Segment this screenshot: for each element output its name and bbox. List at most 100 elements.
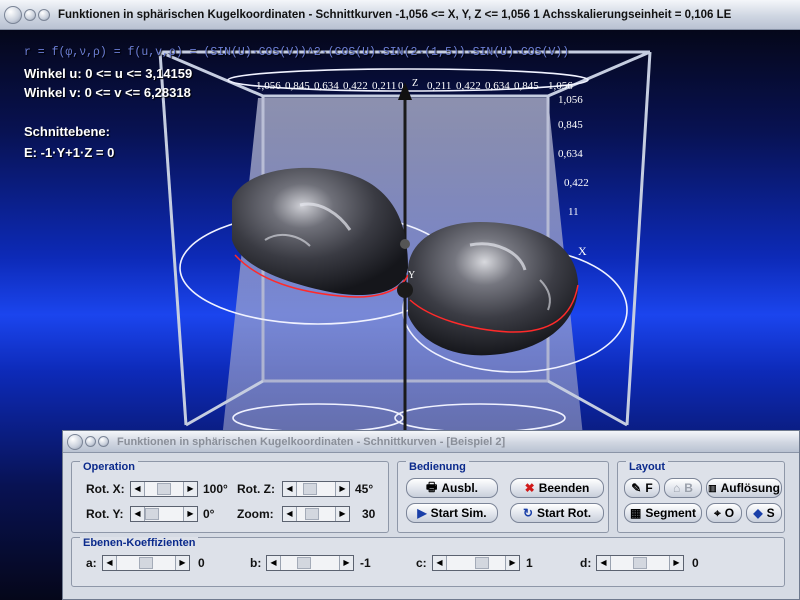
rot-x-increase-icon[interactable]: ▶ xyxy=(183,482,197,496)
coef-b-decrease-icon[interactable]: ◀ xyxy=(267,556,281,570)
tick-top-8: 0,634 xyxy=(485,80,510,92)
start-sim-label: Start Sim. xyxy=(430,506,487,520)
coef-a-decrease-icon[interactable]: ◀ xyxy=(103,556,117,570)
coef-c-value: 1 xyxy=(526,556,533,570)
layout-o-label: O xyxy=(724,506,735,520)
aufloesung-button[interactable]: ▥ Auflösung xyxy=(706,478,782,498)
tick-top-3: 0,422 xyxy=(343,80,368,92)
tick-top-9: 0,845 xyxy=(514,80,539,92)
coef-a-label: a: xyxy=(86,556,97,570)
tick-top-2: 0,634 xyxy=(314,80,339,92)
zoom-value: 30 xyxy=(362,507,376,521)
coef-c-thumb[interactable] xyxy=(475,557,489,569)
rot-z-increase-icon[interactable]: ▶ xyxy=(335,482,349,496)
zoom-decrease-icon[interactable]: ◀ xyxy=(283,507,297,521)
coef-a-value: 0 xyxy=(198,556,205,570)
bedienung-group-title: Bedienung xyxy=(406,461,469,473)
rot-z-decrease-icon[interactable]: ◀ xyxy=(283,482,297,496)
rot-y-thumb[interactable] xyxy=(145,508,159,520)
ebene-equation: E: -1·Y+1·Z = 0 xyxy=(24,145,115,160)
coef-b-slider[interactable]: ◀ ▶ xyxy=(266,555,354,571)
eraser-icon: ◆ xyxy=(753,506,763,520)
rot-x-label: Rot. X: xyxy=(86,482,125,496)
rot-x-decrease-icon[interactable]: ◀ xyxy=(131,482,145,496)
maximize-button[interactable] xyxy=(38,8,50,21)
tick-top-6: 0,211 xyxy=(427,80,452,92)
coef-d-thumb[interactable] xyxy=(633,557,647,569)
layout-s-label: S xyxy=(766,506,775,520)
rot-x-value: 100° xyxy=(203,482,228,496)
panel-title-bar[interactable]: Funktionen in sphärischen Kugelkoordinat… xyxy=(63,431,799,453)
coef-c-increase-icon[interactable]: ▶ xyxy=(505,556,519,570)
rot-y-decrease-icon[interactable]: ◀ xyxy=(131,507,145,521)
bucket-icon: ⌂ xyxy=(673,481,681,495)
resolution-icon: ▥ xyxy=(708,482,717,493)
segment-button[interactable]: ▦ Segment xyxy=(624,503,702,523)
coef-c-slider[interactable]: ◀ ▶ xyxy=(432,555,520,571)
rot-x-slider[interactable]: ◀ ▶ xyxy=(130,481,198,497)
panel-maximize-button[interactable] xyxy=(98,436,109,447)
control-panel-window: Funktionen in sphärischen Kugelkoordinat… xyxy=(62,430,800,600)
coef-d-slider[interactable]: ◀ ▶ xyxy=(596,555,684,571)
segment-label: Segment xyxy=(645,506,697,520)
panel-menu-button[interactable] xyxy=(67,433,83,450)
ausblenden-label: Ausbl. xyxy=(441,481,478,495)
zoom-label: Zoom: xyxy=(237,507,274,521)
start-rot-label: Start Rot. xyxy=(537,506,592,520)
rot-y-slider[interactable]: ◀ ▶ xyxy=(130,506,198,522)
tick-top-10: 1,056 xyxy=(548,80,573,92)
tick-right-1: 0,845 xyxy=(558,119,583,131)
main-title-bar[interactable]: Funktionen in sphärischen Kugelkoordinat… xyxy=(0,0,800,30)
rot-z-value: 45° xyxy=(355,482,374,496)
window-menu-button[interactable] xyxy=(4,5,22,24)
coef-b-increase-icon[interactable]: ▶ xyxy=(339,556,353,570)
layout-o-button[interactable]: ⌖ O xyxy=(706,503,742,523)
layout-s-button[interactable]: ◆ S xyxy=(746,503,782,523)
zoom-thumb[interactable] xyxy=(305,508,319,520)
coef-a-thumb[interactable] xyxy=(139,557,153,569)
schnittebene-label: Schnittebene: xyxy=(24,124,110,139)
panel-window-controls xyxy=(67,433,111,450)
tick-right-3: 0,422 xyxy=(564,177,589,189)
rot-x-thumb[interactable] xyxy=(157,483,171,495)
rot-y-value: 0° xyxy=(203,507,215,521)
layout-b-label: B xyxy=(684,481,693,495)
ebenen-group-title: Ebenen-Koeffizienten xyxy=(80,537,199,549)
coef-c-decrease-icon[interactable]: ◀ xyxy=(433,556,447,570)
origin-node-top xyxy=(400,239,410,249)
coef-a-slider[interactable]: ◀ ▶ xyxy=(102,555,190,571)
minimize-button[interactable] xyxy=(24,8,36,21)
zoom-increase-icon[interactable]: ▶ xyxy=(335,507,349,521)
tick-right-4: 11 xyxy=(568,206,579,218)
coef-d-increase-icon[interactable]: ▶ xyxy=(669,556,683,570)
operation-group: Operation Rot. X: ◀ ▶ 100° Rot. Z: ◀ ▶ 4… xyxy=(71,461,389,533)
coef-b-label: b: xyxy=(250,556,262,570)
rot-z-label: Rot. Z: xyxy=(237,482,275,496)
start-rot-button[interactable]: ↻ Start Rot. xyxy=(510,503,604,523)
rotate-icon: ↻ xyxy=(522,506,534,520)
crosshair-icon: ⌖ xyxy=(713,505,721,520)
winkel-v-text: Winkel v: 0 <= v <= 6,28318 xyxy=(24,85,191,100)
layout-group-title: Layout xyxy=(626,461,669,473)
rot-z-slider[interactable]: ◀ ▶ xyxy=(282,481,350,497)
layout-b-button[interactable]: ⌂ B xyxy=(664,478,702,498)
layout-f-label: F xyxy=(645,481,653,495)
layout-f-button[interactable]: ✎ F xyxy=(624,478,660,498)
aufloesung-label: Auflösung xyxy=(720,481,780,495)
coef-d-decrease-icon[interactable]: ◀ xyxy=(597,556,611,570)
coef-b-thumb[interactable] xyxy=(297,557,311,569)
rot-y-increase-icon[interactable]: ▶ xyxy=(183,507,197,521)
rot-z-thumb[interactable] xyxy=(303,483,317,495)
brush-icon: ✎ xyxy=(631,481,642,495)
zoom-slider[interactable]: ◀ ▶ xyxy=(282,506,350,522)
winkel-u-text: Winkel u: 0 <= u <= 3,14159 xyxy=(24,66,193,81)
origin-node xyxy=(397,282,413,298)
beenden-button[interactable]: ✖ Beenden xyxy=(510,478,604,498)
ausblenden-button[interactable]: 🖶 Ausbl. xyxy=(406,478,498,498)
start-sim-button[interactable]: ▶ Start Sim. xyxy=(406,503,498,523)
tick-right-0: 1,056 xyxy=(558,94,583,106)
beenden-label: Beenden xyxy=(538,481,590,495)
panel-minimize-button[interactable] xyxy=(85,436,96,447)
coef-a-increase-icon[interactable]: ▶ xyxy=(175,556,189,570)
z-axis-label: Z xyxy=(412,78,419,89)
